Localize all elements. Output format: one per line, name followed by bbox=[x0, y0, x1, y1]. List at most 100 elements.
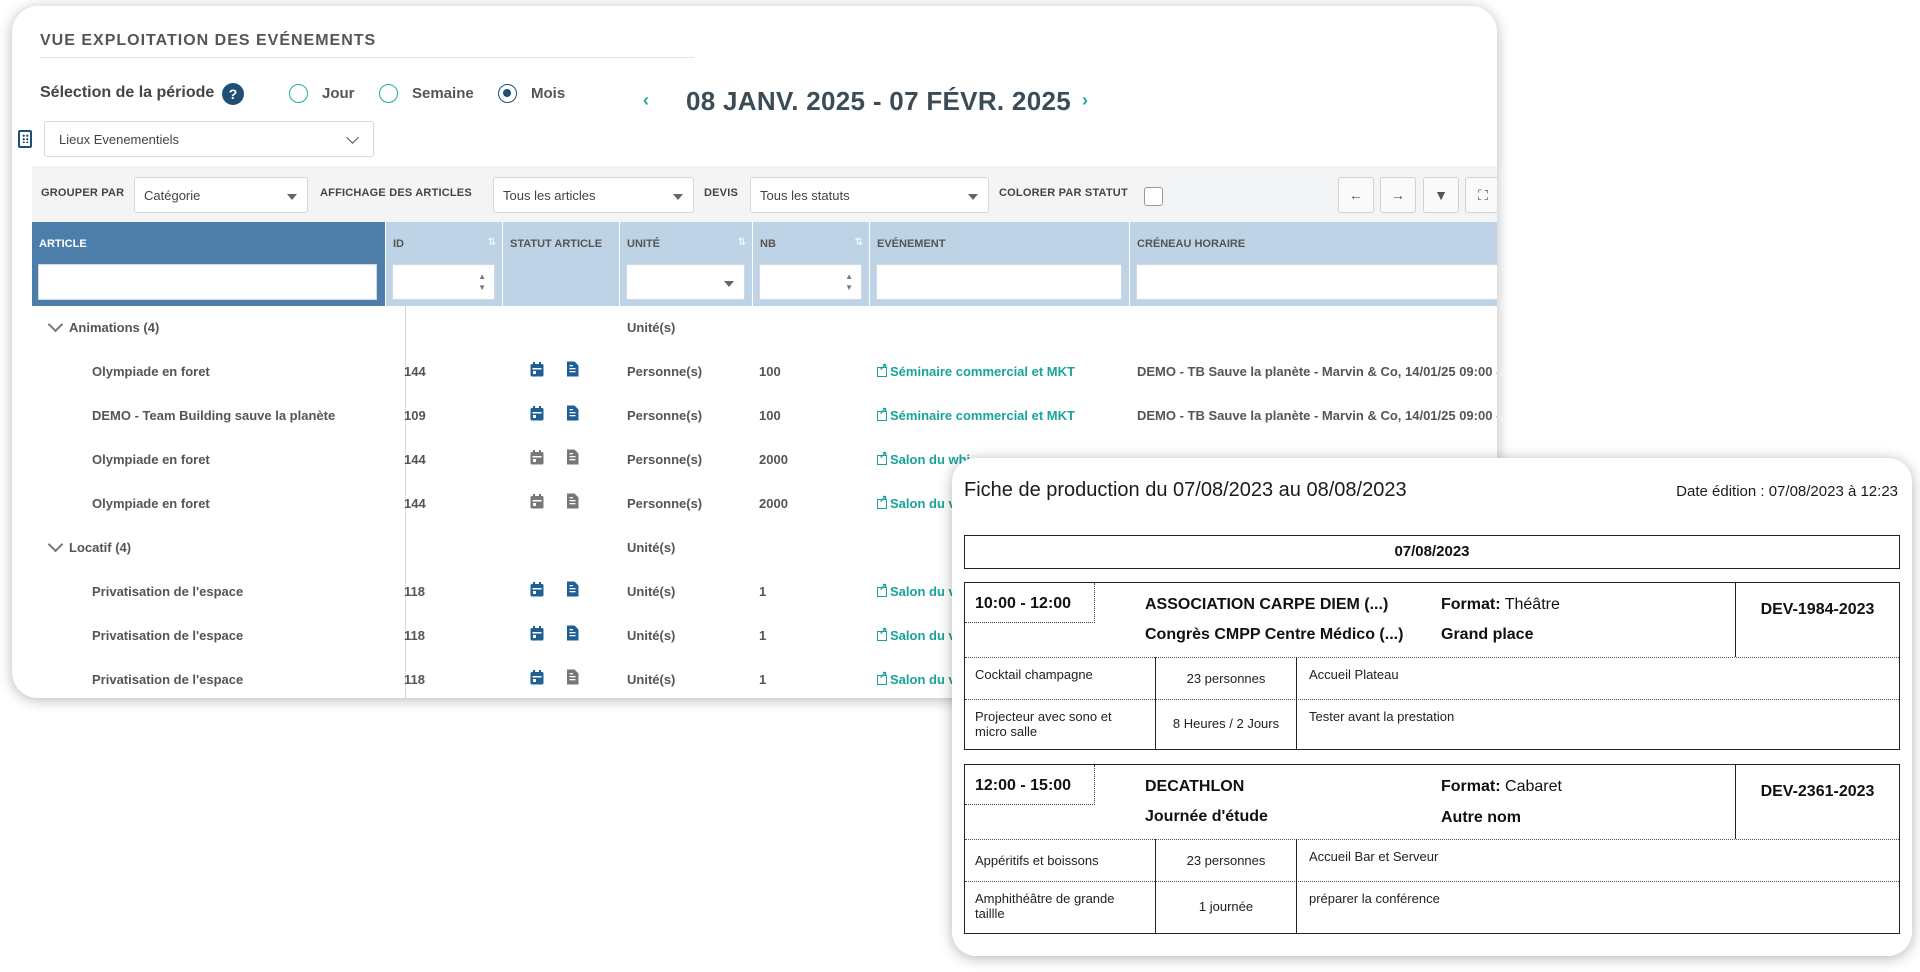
calendar-icon[interactable] bbox=[530, 406, 544, 421]
column-slot-label: CRÉNEAU HORAIRE bbox=[1137, 238, 1246, 250]
chevron-down-icon bbox=[346, 131, 359, 144]
column-nb[interactable]: NB ⇅ ▲ ▼ bbox=[753, 222, 870, 306]
article-cell: Privatisation de l'espace bbox=[92, 672, 244, 687]
calendar-icon[interactable] bbox=[530, 362, 544, 377]
radio-month[interactable]: Mois bbox=[498, 84, 565, 103]
chevron-down-icon[interactable] bbox=[47, 316, 64, 333]
chevron-down-icon[interactable] bbox=[47, 536, 64, 553]
document-icon[interactable] bbox=[566, 581, 579, 597]
arrow-right-icon[interactable]: → bbox=[1380, 177, 1416, 213]
group-row-animations[interactable]: Animations (4) Unité(s) bbox=[32, 306, 1497, 350]
booking-room: Autre nom bbox=[1441, 809, 1521, 826]
document-icon[interactable] bbox=[566, 361, 579, 377]
document-icon[interactable] bbox=[566, 405, 579, 421]
item-note: préparer la conférence bbox=[1309, 891, 1440, 906]
next-period-icon[interactable]: › bbox=[1082, 90, 1088, 111]
quote-label: DEVIS bbox=[704, 187, 739, 199]
quote-status-select[interactable]: Tous les statuts bbox=[750, 177, 989, 213]
previous-period-icon[interactable]: ‹ bbox=[643, 90, 649, 111]
item-note: Tester avant la prestation bbox=[1309, 709, 1455, 724]
grid-header: ARTICLE ID ⇅ ▲ ▼ STATUT ARTICLE UNITÉ ⇅ N… bbox=[32, 222, 1497, 306]
unit-filter-select[interactable] bbox=[626, 264, 745, 300]
fullscreen-icon[interactable]: ⛶ bbox=[1465, 177, 1497, 213]
radio-day-circle[interactable] bbox=[289, 84, 308, 103]
table-row[interactable]: Olympiade en foret 144 Personne(s) 100 S… bbox=[32, 350, 1497, 394]
booking-event: Journée d'étude bbox=[1145, 808, 1268, 825]
spinner-icon[interactable]: ▲ ▼ bbox=[478, 271, 486, 293]
event-link[interactable]: Salon du v bbox=[877, 670, 956, 687]
format-label: Format: bbox=[1441, 778, 1501, 795]
event-filter-input[interactable] bbox=[876, 264, 1122, 300]
sort-icon[interactable]: ⇅ bbox=[738, 237, 746, 248]
grid-toolbar: GROUPER PAR Catégorie AFFICHAGE DES ARTI… bbox=[32, 166, 1497, 222]
column-id[interactable]: ID ⇅ ▲ ▼ bbox=[386, 222, 503, 306]
radio-day[interactable]: Jour bbox=[289, 84, 355, 103]
display-select[interactable]: Tous les articles bbox=[493, 177, 694, 213]
radio-month-label: Mois bbox=[531, 85, 566, 102]
event-link-label: Salon du v bbox=[890, 496, 956, 511]
event-link-label: Salon du v bbox=[890, 584, 956, 599]
id-filter-input[interactable]: ▲ ▼ bbox=[392, 264, 495, 300]
group-by-select[interactable]: Catégorie bbox=[134, 177, 308, 213]
table-row[interactable]: DEMO - Team Building sauve la planète 10… bbox=[32, 394, 1497, 438]
nb-filter-input[interactable]: ▲ ▼ bbox=[759, 264, 862, 300]
booking-format: Format: Cabaret bbox=[1441, 778, 1562, 796]
calendar-icon[interactable] bbox=[530, 626, 544, 641]
item-qty-cell: 8 Heures / 2 Jours bbox=[1155, 699, 1297, 749]
radio-month-circle[interactable] bbox=[498, 84, 517, 103]
id-cell: 118 bbox=[404, 672, 425, 687]
column-nb-label: NB bbox=[760, 238, 776, 250]
group-name: Animations (4) bbox=[69, 320, 160, 335]
filter-icon[interactable]: ▼ bbox=[1423, 177, 1459, 213]
external-link-icon bbox=[877, 626, 887, 641]
event-link[interactable]: Salon du v bbox=[877, 626, 956, 643]
column-status[interactable]: STATUT ARTICLE bbox=[503, 222, 620, 306]
booking-header: 12:00 - 15:00 DECATHLON Journée d'étude … bbox=[965, 765, 1899, 839]
date-range: 08 JANV. 2025 - 07 FÉVR. 2025 bbox=[686, 86, 1071, 116]
display-value: Tous les articles bbox=[503, 188, 596, 203]
document-icon[interactable] bbox=[566, 449, 579, 465]
calendar-icon[interactable] bbox=[530, 670, 544, 685]
booking-item: Projecteur avec sono et micro salle 8 He… bbox=[965, 699, 1899, 749]
id-cell: 144 bbox=[404, 496, 426, 511]
column-event[interactable]: EVÉNEMENT bbox=[870, 222, 1130, 306]
event-link-label: Séminaire commercial et MKT bbox=[890, 364, 1075, 379]
unit-cell: Unité(s) bbox=[627, 628, 676, 643]
column-unit[interactable]: UNITÉ ⇅ bbox=[620, 222, 753, 306]
column-unit-label: UNITÉ bbox=[627, 238, 660, 250]
radio-week-circle[interactable] bbox=[379, 84, 398, 103]
spinner-icon[interactable]: ▲ ▼ bbox=[845, 271, 853, 293]
calendar-icon[interactable] bbox=[530, 494, 544, 509]
quote-reference: DEV-2361-2023 bbox=[1735, 765, 1899, 839]
article-filter-input[interactable] bbox=[38, 264, 377, 300]
column-id-label: ID bbox=[393, 238, 404, 250]
event-link[interactable]: Salon du whi bbox=[877, 450, 970, 467]
color-by-status-checkbox[interactable] bbox=[1144, 187, 1163, 206]
document-icon[interactable] bbox=[566, 625, 579, 641]
booking-client: DECATHLON bbox=[1145, 778, 1245, 795]
help-icon[interactable]: ? bbox=[222, 83, 244, 105]
venue-select[interactable]: Lieux Evenementiels bbox=[44, 121, 374, 157]
event-link[interactable]: Salon du v bbox=[877, 494, 956, 511]
item-qty-cell: 1 journée bbox=[1155, 881, 1297, 933]
day-header: 07/08/2023 bbox=[964, 535, 1900, 569]
slot-filter-input[interactable] bbox=[1136, 264, 1497, 300]
calendar-icon[interactable] bbox=[530, 582, 544, 597]
radio-week[interactable]: Semaine bbox=[379, 84, 474, 103]
booking-time: 10:00 - 12:00 bbox=[965, 583, 1095, 623]
sort-icon[interactable]: ⇅ bbox=[488, 237, 496, 248]
event-link[interactable]: Séminaire commercial et MKT bbox=[877, 362, 1075, 379]
id-cell: 118 bbox=[404, 628, 425, 643]
event-link[interactable]: Salon du v bbox=[877, 582, 956, 599]
article-cell: Privatisation de l'espace bbox=[92, 584, 244, 599]
event-link[interactable]: Séminaire commercial et MKT bbox=[877, 406, 1075, 423]
arrow-left-icon[interactable]: ← bbox=[1338, 177, 1374, 213]
document-icon[interactable] bbox=[566, 493, 579, 509]
calendar-icon[interactable] bbox=[530, 450, 544, 465]
document-icon[interactable] bbox=[566, 669, 579, 685]
column-article[interactable]: ARTICLE bbox=[32, 222, 386, 306]
article-cell: DEMO - Team Building sauve la planète bbox=[92, 408, 336, 423]
column-slot[interactable]: CRÉNEAU HORAIRE bbox=[1130, 222, 1497, 306]
sort-icon[interactable]: ⇅ bbox=[855, 237, 863, 248]
item-name: Cocktail champagne bbox=[975, 667, 1093, 682]
